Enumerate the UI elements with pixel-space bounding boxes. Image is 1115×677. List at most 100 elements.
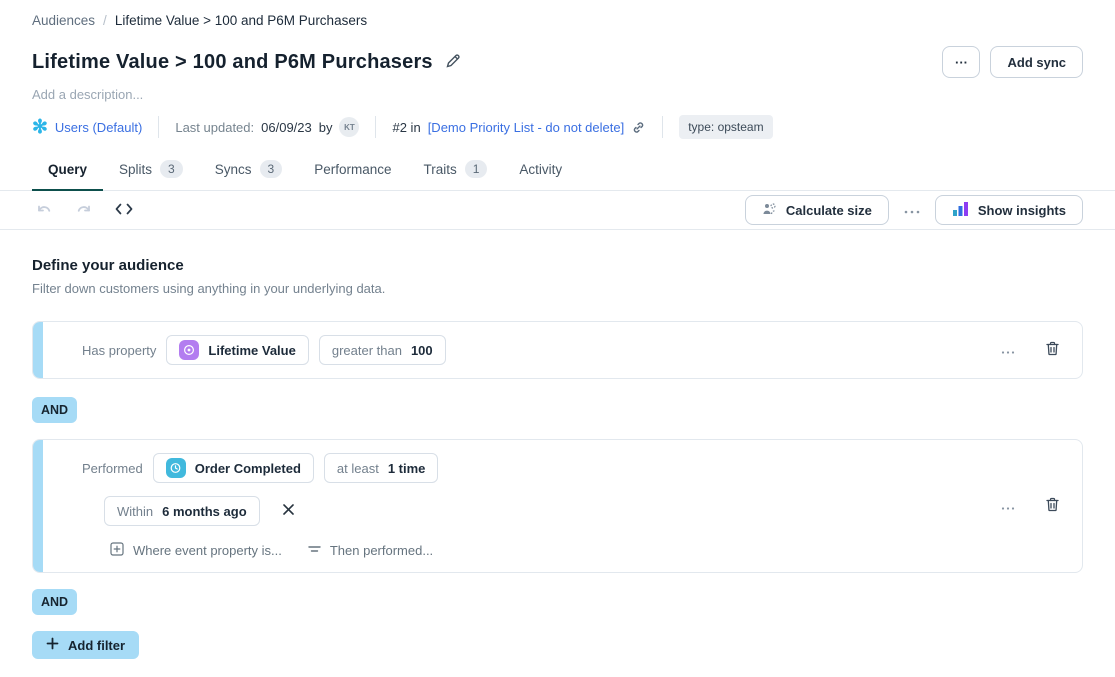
frequency-value: 1 time: [388, 461, 426, 476]
frequency-prefix: at least: [337, 461, 379, 476]
window-value: 6 months ago: [162, 504, 247, 519]
ellipsis-icon: [1001, 343, 1015, 358]
trash-icon: [1045, 341, 1060, 360]
header-actions: ··· Add sync: [942, 46, 1083, 78]
header-more-button[interactable]: ···: [942, 46, 980, 78]
and-operator-badge[interactable]: AND: [32, 589, 77, 615]
calculate-size-label: Calculate size: [786, 203, 872, 218]
priority-prefix: #2 in: [392, 120, 420, 135]
audience-detail-page: Audiences / Lifetime Value > 100 and P6M…: [0, 0, 1115, 677]
tab-activity[interactable]: Activity: [503, 160, 578, 190]
condition-more-button[interactable]: [997, 495, 1019, 518]
title-row: Lifetime Value > 100 and P6M Purchasers …: [32, 46, 1083, 78]
property-icon: [179, 340, 199, 360]
delete-condition-button[interactable]: [1041, 493, 1064, 520]
header: Audiences / Lifetime Value > 100 and P6M…: [0, 0, 1115, 139]
redo-icon: [75, 202, 92, 219]
undo-button[interactable]: [32, 198, 57, 223]
operator-value: 100: [411, 343, 433, 358]
ellipsis-icon: [1001, 499, 1015, 514]
code-view-button[interactable]: [110, 198, 138, 223]
then-performed-button[interactable]: Then performed...: [308, 543, 433, 558]
audience-builder: Define your audience Filter down custome…: [0, 230, 1115, 659]
funnel-lines-icon: [308, 543, 321, 558]
snowflake-icon: ✻: [32, 118, 48, 137]
tab-label: Splits: [119, 162, 152, 177]
calculate-size-button[interactable]: Calculate size: [745, 195, 889, 225]
tab-label: Performance: [314, 162, 391, 177]
builder-subheading: Filter down customers using anything in …: [32, 281, 1083, 296]
audience-size-icon: [762, 202, 778, 219]
event-selector-chip[interactable]: Order Completed: [153, 453, 314, 483]
last-updated-item: Last updated: 06/09/23 by KT: [175, 117, 359, 137]
remove-time-window-button[interactable]: [278, 499, 299, 523]
show-insights-button[interactable]: Show insights: [935, 195, 1083, 225]
divider: [662, 116, 663, 138]
divider: [158, 116, 159, 138]
ellipsis-icon: ···: [955, 55, 968, 70]
tab-label: Query: [48, 162, 87, 177]
last-updated-date: 06/09/23: [261, 120, 312, 135]
operator-label: greater than: [332, 343, 402, 358]
add-event-property-label: Where event property is...: [133, 543, 282, 558]
builder-heading: Define your audience: [32, 257, 1083, 274]
undo-icon: [36, 202, 53, 219]
time-window-chip[interactable]: Within 6 months ago: [104, 496, 260, 526]
insights-chart-icon: [952, 201, 970, 220]
condition-card-has-property: Has property Lifetime Value greater than: [32, 321, 1083, 379]
tab-label: Syncs: [215, 162, 252, 177]
breadcrumb-separator: /: [103, 13, 107, 28]
tab-performance[interactable]: Performance: [298, 160, 407, 190]
priority-list-link[interactable]: [Demo Priority List - do not delete]: [428, 120, 625, 135]
breadcrumb: Audiences / Lifetime Value > 100 and P6M…: [32, 13, 1083, 28]
divider: [375, 116, 376, 138]
edit-title-button[interactable]: [445, 53, 461, 72]
tab-syncs[interactable]: Syncs 3: [199, 160, 298, 190]
tab-count-badge: 3: [260, 160, 283, 178]
last-updated-by: by: [319, 120, 333, 135]
tab-count-badge: 3: [160, 160, 183, 178]
add-sync-button[interactable]: Add sync: [990, 46, 1083, 78]
query-toolbar: Calculate size Show insights: [0, 191, 1115, 230]
add-filter-label: Add filter: [68, 638, 125, 653]
condition-prefix: Performed: [82, 461, 143, 476]
plus-square-icon: [110, 542, 124, 559]
description-placeholder[interactable]: Add a description...: [32, 87, 1083, 102]
condition-accent-bar: [33, 440, 43, 572]
tab-query[interactable]: Query: [32, 160, 103, 190]
ellipsis-icon: [903, 203, 921, 218]
plus-icon: [46, 637, 59, 653]
breadcrumb-audiences-link[interactable]: Audiences: [32, 13, 95, 28]
tab-count-badge: 1: [465, 160, 488, 178]
meta-row: ✻ Users (Default) Last updated: 06/09/23…: [32, 115, 1083, 139]
event-clock-icon: [166, 458, 186, 478]
page-title: Lifetime Value > 100 and P6M Purchasers: [32, 51, 433, 74]
code-icon: [114, 202, 134, 219]
frequency-chip[interactable]: at least 1 time: [324, 453, 439, 483]
condition-more-button[interactable]: [997, 339, 1019, 362]
show-insights-label: Show insights: [978, 203, 1066, 218]
operator-value-chip[interactable]: greater than 100: [319, 335, 446, 365]
link-icon[interactable]: [631, 120, 646, 135]
tab-bar: Query Splits 3 Syncs 3 Performance Trait…: [0, 160, 1115, 191]
condition-card-performed: Performed Order Completed at least 1 tim…: [32, 439, 1083, 573]
trash-icon: [1045, 497, 1060, 516]
tab-traits[interactable]: Traits 1: [407, 160, 503, 190]
delete-condition-button[interactable]: [1041, 337, 1064, 364]
last-updated-label: Last updated:: [175, 120, 254, 135]
toolbar-more-button[interactable]: [899, 199, 925, 222]
redo-button[interactable]: [71, 198, 96, 223]
condition-prefix: Has property: [82, 343, 156, 358]
tab-label: Traits: [423, 162, 456, 177]
add-filter-button[interactable]: Add filter: [32, 631, 139, 659]
and-operator-badge[interactable]: AND: [32, 397, 77, 423]
close-icon: [282, 503, 295, 519]
type-badge: type: opsteam: [679, 115, 772, 139]
condition-accent-bar: [33, 322, 43, 378]
property-selector-chip[interactable]: Lifetime Value: [166, 335, 308, 365]
add-event-property-button[interactable]: Where event property is...: [110, 542, 282, 559]
space-item[interactable]: ✻ Users (Default): [32, 118, 142, 137]
event-name: Order Completed: [195, 461, 301, 476]
tab-splits[interactable]: Splits 3: [103, 160, 199, 190]
space-link[interactable]: Users (Default): [55, 120, 142, 135]
